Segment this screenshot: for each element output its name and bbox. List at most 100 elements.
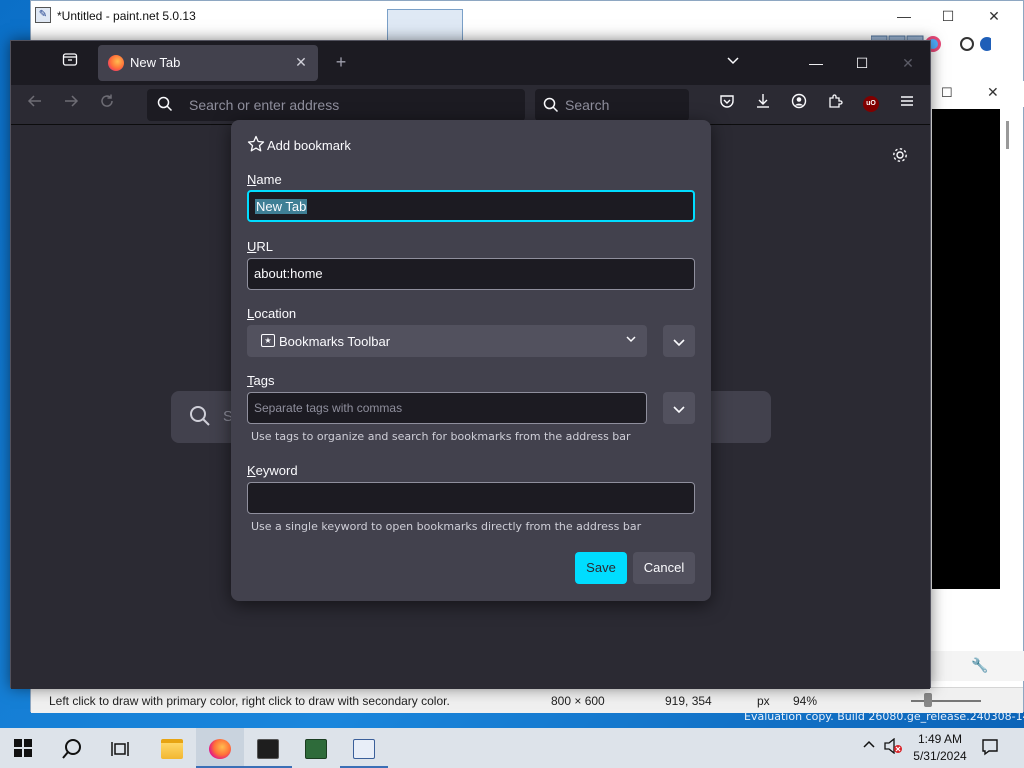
task-view-button[interactable] xyxy=(96,728,144,768)
paintnet-titlebar[interactable]: ✎ *Untitled - paint.net 5.0.13 — ☐ ✕ xyxy=(31,1,1023,33)
url-input-placeholder[interactable]: Search or enter address xyxy=(189,97,339,113)
paintnet-icon xyxy=(353,739,375,760)
paintnet-maximize-button[interactable]: ☐ xyxy=(933,5,963,27)
search-bar[interactable]: Search xyxy=(535,89,689,121)
paintnet-layer-tools[interactable]: 🔧 xyxy=(931,651,1024,681)
url-label: URL xyxy=(247,239,274,254)
system-clock[interactable]: 1:49 AM 5/31/2024 xyxy=(908,731,972,765)
terminal-icon xyxy=(257,739,279,760)
bookmarks-toolbar-icon: ★ xyxy=(261,334,275,347)
firefox-maximize-button[interactable]: ☐ xyxy=(839,49,885,77)
extensions-icon[interactable] xyxy=(823,93,847,117)
ublock-origin-icon[interactable]: uO xyxy=(863,96,879,112)
volume-muted-icon[interactable] xyxy=(884,737,902,757)
keyword-hint: Use a single keyword to open bookmarks d… xyxy=(251,520,642,533)
chevron-down-icon xyxy=(625,333,637,348)
url-field-value: about:home xyxy=(254,266,323,281)
back-arrow-icon xyxy=(27,95,41,107)
firefox-icon xyxy=(209,739,231,760)
task-view-icon xyxy=(111,742,129,757)
firefox-view-button[interactable] xyxy=(58,51,82,75)
reload-button[interactable] xyxy=(95,93,119,117)
firefox-minimize-button[interactable]: — xyxy=(793,49,839,77)
paintnet-minimize-button[interactable]: — xyxy=(889,5,919,27)
taskbar-firefox[interactable] xyxy=(196,728,244,768)
searchbar-search-icon xyxy=(543,97,559,118)
url-bar[interactable]: Search or enter address xyxy=(147,89,525,121)
forward-button[interactable] xyxy=(59,93,83,117)
firefox-view-icon xyxy=(62,53,78,66)
taskbar-search-icon xyxy=(62,739,81,759)
keyword-label: Keyword xyxy=(247,463,298,478)
reload-icon xyxy=(101,94,113,107)
tab-close-icon[interactable]: ✕ xyxy=(292,53,310,71)
paintnet-window-title: *Untitled - paint.net 5.0.13 xyxy=(57,9,196,23)
status-image-size: 800 × 600 xyxy=(551,694,605,708)
cancel-button[interactable]: Cancel xyxy=(633,552,695,584)
dialog-title: Add bookmark xyxy=(267,138,351,153)
name-label: Name xyxy=(247,172,282,187)
tags-field-placeholder: Separate tags with commas xyxy=(254,401,403,415)
wrench-icon[interactable]: 🔧 xyxy=(971,657,988,674)
folder-icon xyxy=(161,739,183,760)
url-field[interactable]: about:home xyxy=(247,258,695,290)
newtab-search-icon xyxy=(189,405,211,433)
paintnet-sub-close-icon[interactable]: ✕ xyxy=(987,84,999,101)
folder-tree-expander-button[interactable] xyxy=(663,325,695,357)
firefox-close-button[interactable]: ✕ xyxy=(885,49,931,77)
location-label: Location xyxy=(247,306,297,321)
clock-time: 1:49 AM xyxy=(917,732,963,746)
firefox-tabstrip: New Tab ✕ + — ☐ ✕ xyxy=(11,41,930,85)
paintnet-sub-maximize-icon[interactable]: ☐ xyxy=(941,85,953,101)
account-icon[interactable] xyxy=(787,93,811,117)
start-button[interactable] xyxy=(14,739,32,757)
taskbar-paintnet[interactable] xyxy=(340,728,388,768)
add-bookmark-dialog: Add bookmark Name New Tab URL about:home… xyxy=(231,120,711,601)
tags-label: Tags xyxy=(247,373,275,388)
list-all-tabs-button[interactable] xyxy=(721,51,745,75)
paintnet-image-thumbnail[interactable] xyxy=(387,9,463,43)
status-cursor-position: 919, 354 xyxy=(665,694,712,708)
tags-field[interactable]: Separate tags with commas xyxy=(247,392,647,424)
gear-icon[interactable] xyxy=(889,146,911,168)
status-zoom[interactable]: 94% xyxy=(793,694,817,708)
taskbar-cpu-z[interactable] xyxy=(292,728,340,768)
location-select[interactable]: ★ Bookmarks Toolbar xyxy=(247,325,647,357)
tab-title: New Tab xyxy=(130,55,181,70)
hamburger-menu-icon[interactable] xyxy=(895,93,919,117)
status-hint: Left click to draw with primary color, r… xyxy=(49,694,450,708)
save-button[interactable]: Save xyxy=(575,552,627,584)
taskbar-terminal[interactable] xyxy=(244,728,292,768)
forward-arrow-icon xyxy=(65,95,79,107)
paintnet-app-icon: ✎ xyxy=(35,7,51,23)
tags-hint: Use tags to organize and search for book… xyxy=(251,430,631,443)
chevron-down-icon xyxy=(727,57,739,65)
name-field-value: New Tab xyxy=(255,199,308,214)
search-icon xyxy=(157,96,175,114)
taskbar: 1:49 AM 5/31/2024 xyxy=(0,728,1024,768)
tab-new-tab[interactable]: New Tab ✕ xyxy=(98,45,318,81)
zoom-slider-thumb[interactable] xyxy=(924,693,932,707)
taskbar-file-explorer[interactable] xyxy=(148,728,196,768)
firefox-favicon-icon xyxy=(108,55,124,71)
paintnet-close-button[interactable]: ✕ xyxy=(979,5,1009,27)
taskbar-search-button[interactable] xyxy=(48,728,96,768)
pocket-icon[interactable] xyxy=(715,93,739,117)
name-field[interactable]: New Tab xyxy=(247,190,695,222)
tags-expander-button[interactable] xyxy=(663,392,695,424)
paintnet-subwindow-titlebar: ☐ ✕ xyxy=(931,81,1024,107)
paintnet-scrollbar[interactable] xyxy=(1006,121,1009,149)
downloads-icon[interactable] xyxy=(751,93,775,117)
paintnet-canvas[interactable] xyxy=(932,109,1000,589)
notification-center-icon[interactable] xyxy=(980,738,1000,758)
keyword-field[interactable] xyxy=(247,482,695,514)
zoom-slider-track[interactable] xyxy=(911,700,981,702)
status-units[interactable]: px xyxy=(757,694,770,708)
search-input-placeholder[interactable]: Search xyxy=(565,97,609,113)
tags-chevron-icon xyxy=(673,406,685,413)
tray-overflow-icon[interactable] xyxy=(862,738,876,755)
firefox-navbar: Search or enter address Search uO xyxy=(11,85,930,125)
chip-icon xyxy=(305,739,327,760)
new-tab-button[interactable]: + xyxy=(329,51,353,75)
back-button[interactable] xyxy=(23,93,47,117)
